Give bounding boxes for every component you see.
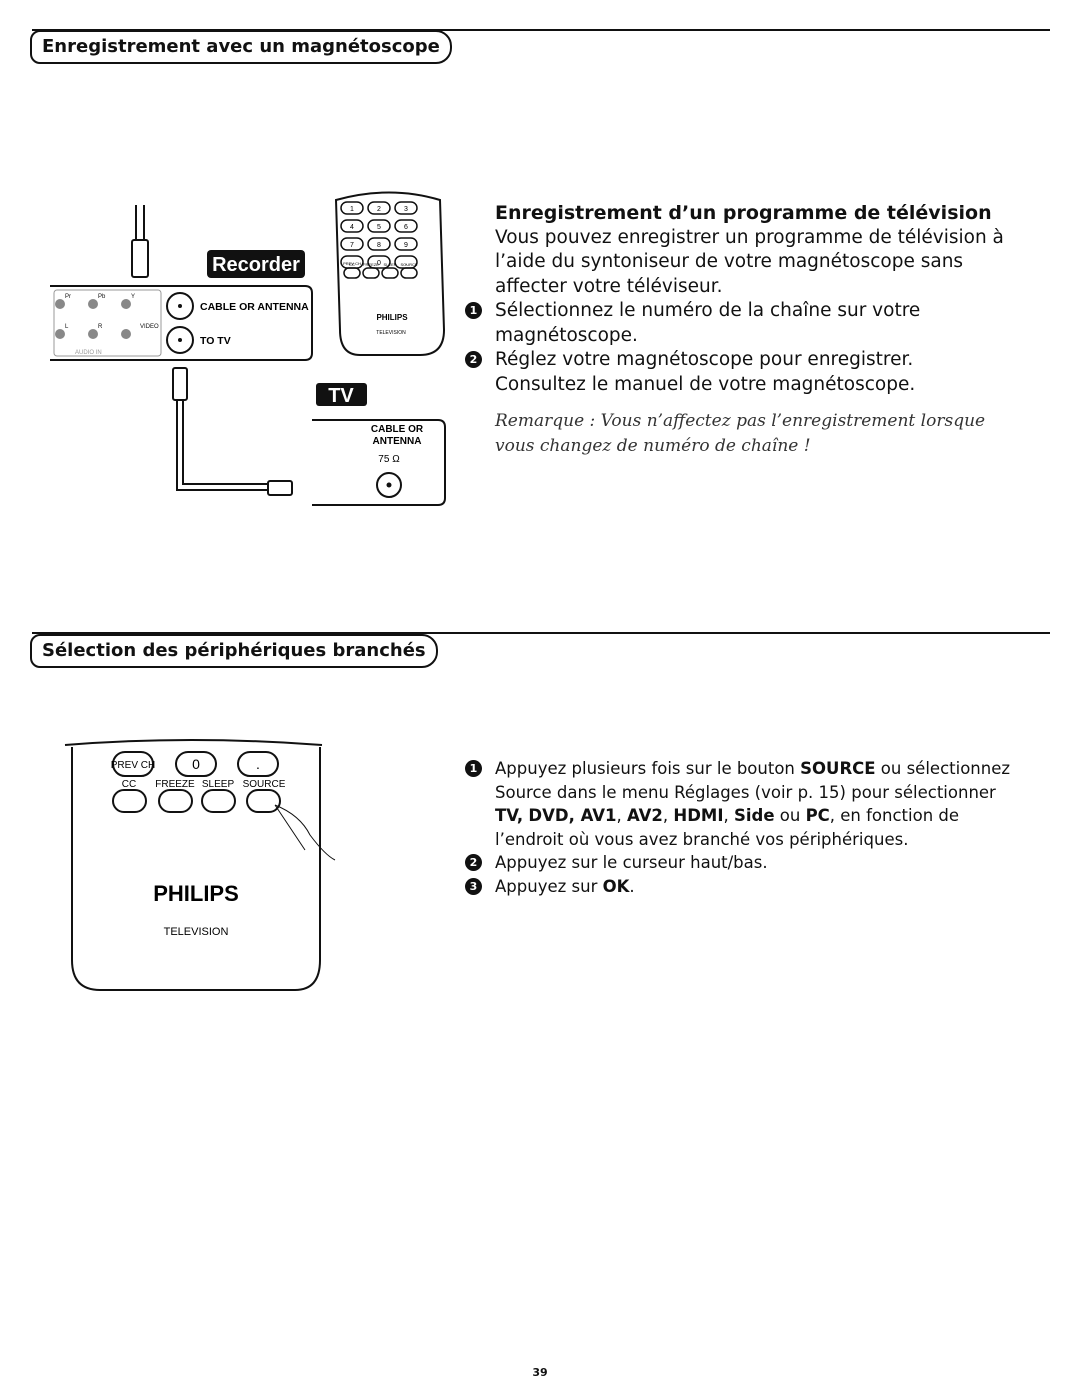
step-number-icon: 1 — [465, 760, 482, 777]
selection-steps: 1 Appuyez plusieurs fois sur le bouton SO… — [465, 757, 1020, 899]
page-number: 39 — [532, 1366, 548, 1379]
recorder-connection-diagram: Recorder TV CABLE OR ANTENNA TO TV CABLE… — [50, 191, 446, 506]
recording-intro: Vous pouvez enregistrer un programme de … — [495, 226, 1004, 297]
note: Remarque : Vous n’affectez pas l’enregis… — [495, 411, 986, 456]
to-tv-label: TO TV — [200, 335, 231, 347]
step-number-icon: 1 — [465, 302, 482, 319]
section-title-recording: Enregistrement avec un magnétoscope — [30, 30, 452, 64]
option-dvd-av1: DVD, AV1 — [528, 806, 617, 825]
section-title-selection: Sélection des périphériques branchés — [30, 634, 438, 668]
brand-sub: TELEVISION — [376, 330, 406, 336]
remote-key-label: 3 — [404, 206, 408, 213]
freeze-label: FREEZE — [155, 779, 195, 790]
hand-pointer-icon — [274, 804, 336, 861]
tv-antenna-label: ANTENNA — [373, 436, 422, 447]
step-number-icon: 3 — [465, 877, 482, 895]
zero-key: 0 — [192, 756, 200, 772]
recording-heading: Enregistrement d’un programme de télévis… — [495, 202, 992, 224]
tv-label: TV — [328, 385, 354, 407]
step-1: 1 Sélectionnez le numéro de la chaîne sur… — [465, 299, 1035, 348]
recording-section: Enregistrement d’un programme de télévis… — [465, 201, 1035, 458]
jack-label: R — [98, 324, 103, 330]
remote-key-label: 2 — [377, 206, 381, 213]
ok-keyword: OK — [602, 876, 630, 896]
ohm-label: 75 Ω — [378, 454, 400, 465]
remote-key — [362, 267, 380, 279]
remote-key-label: 6 — [404, 224, 408, 231]
brand-logo: PHILIPS — [153, 881, 239, 906]
jack-label: VIDEO — [140, 324, 159, 330]
remote-key-label: 4 — [350, 224, 354, 231]
prev-ch-key: PREV CH — [111, 760, 155, 771]
remote-key-label: SLEEP — [384, 262, 397, 267]
remote-source-diagram: PREV CH 0 . CC FREEZE SLEEP SOURCE PHILI… — [64, 739, 336, 991]
step-2: 2 Réglez votre magnétoscope pour enregist… — [465, 348, 1035, 373]
jack-label: L — [65, 324, 69, 330]
remote-key — [343, 267, 361, 279]
selection-step-2: 2 Appuyez sur le curseur haut/bas. — [465, 851, 1020, 875]
brand-sub: TELEVISION — [164, 926, 229, 938]
page: Enregistrement avec un magnétoscope Reco… — [0, 0, 1080, 1397]
cable-or-antenna-label: CABLE OR ANTENNA — [200, 301, 309, 313]
option-hdmi: HDMI — [673, 806, 724, 825]
manual-hint: Consultez le manuel de votre magnétoscop… — [495, 373, 916, 395]
remote-key-label: 5 — [377, 224, 381, 231]
source-keyword: SOURCE — [800, 759, 876, 778]
remote-key — [381, 267, 399, 279]
sleep-label: SLEEP — [202, 779, 235, 790]
remote-key-label: 9 — [404, 242, 408, 249]
remote-key-label: 7 — [350, 242, 354, 249]
selection-step-3: 3 Appuyez sur OK. — [465, 875, 1020, 899]
cc-label: CC — [122, 779, 136, 790]
source-label: SOURCE — [243, 779, 286, 790]
text: Appuyez sur — [495, 876, 603, 896]
remote-key-label: 1 — [350, 206, 354, 213]
text: Appuyez plusieurs fois sur le bouton — [495, 759, 801, 778]
option-pc: PC — [805, 806, 830, 825]
step-text: Sélectionnez le numéro de la chaîne sur … — [495, 300, 921, 346]
option-tv: TV, — [495, 806, 524, 825]
remote-key-label: SOURCE — [400, 262, 417, 267]
recorder-label: Recorder — [212, 254, 300, 276]
remote-key-label: FREEZE — [363, 262, 379, 267]
jack-label: Y — [131, 294, 135, 300]
brand-logo: PHILIPS — [376, 313, 408, 322]
audio-in-label: AUDIO IN — [75, 350, 102, 356]
option-av2: AV2 — [627, 806, 663, 825]
jack-label: Pr — [65, 294, 71, 300]
option-side: Side — [733, 806, 775, 825]
step-number-icon: 2 — [465, 854, 482, 871]
remote-key-label: 8 — [377, 242, 381, 249]
step-number-icon: 2 — [465, 351, 482, 368]
step-text: Réglez votre magnétoscope pour enregistr… — [495, 349, 914, 370]
dot-key: . — [256, 756, 260, 772]
text: Appuyez sur le curseur haut/bas. — [495, 853, 768, 872]
tv-cable-or-label: CABLE OR — [371, 424, 424, 435]
remote-key-label: CC — [349, 262, 355, 267]
selection-step-1: 1 Appuyez plusieurs fois sur le bouton SO… — [465, 757, 1020, 851]
remote-key — [400, 267, 418, 279]
jack-label: Pb — [98, 294, 106, 300]
text: . — [629, 876, 635, 896]
text: ou — [774, 806, 806, 825]
